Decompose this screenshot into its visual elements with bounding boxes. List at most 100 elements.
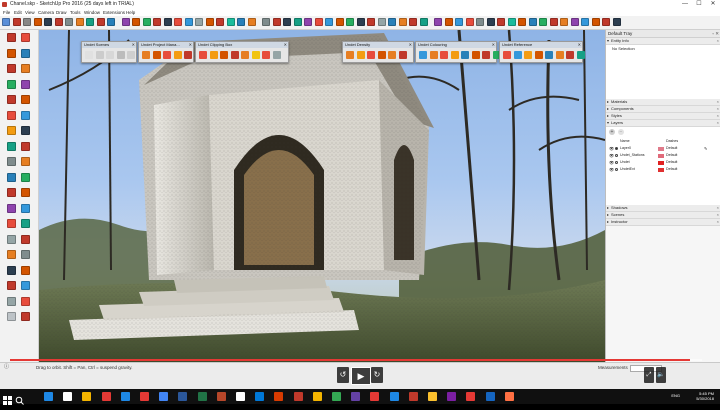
- play-button[interactable]: ▶: [351, 367, 371, 385]
- undet-tool-icon[interactable]: [576, 51, 585, 59]
- undet-tool-icon[interactable]: [471, 51, 480, 59]
- toolbar-tool-icon[interactable]: [419, 18, 428, 26]
- active-layer-radio[interactable]: [615, 161, 618, 164]
- toolbar-tool-icon[interactable]: [507, 18, 516, 26]
- toolbar-tool-icon[interactable]: [346, 18, 354, 26]
- palette-tool-icon[interactable]: [21, 95, 30, 104]
- info-icon[interactable]: ⓘ: [4, 363, 9, 372]
- undet-tool-icon[interactable]: [482, 51, 490, 59]
- toolbar-tool-icon[interactable]: [44, 18, 52, 26]
- undet-tool-icon[interactable]: [377, 51, 386, 59]
- palette-tool-icon[interactable]: [7, 265, 16, 275]
- taskbar-app-icon[interactable]: [159, 392, 169, 401]
- panel-scenes[interactable]: ▸ Scenes ×: [606, 212, 720, 219]
- eye-icon[interactable]: 👁: [609, 152, 614, 159]
- expand-arrow-icon[interactable]: ▸: [607, 106, 609, 112]
- taskbar-app-icon[interactable]: [120, 392, 130, 401]
- toolbar-tool-icon[interactable]: [304, 18, 312, 26]
- expand-arrow-icon[interactable]: ▸: [607, 219, 609, 225]
- palette-tool-icon[interactable]: [21, 157, 30, 166]
- undet-tool-icon[interactable]: [209, 51, 218, 59]
- eye-icon[interactable]: 👁: [609, 159, 614, 166]
- palette-tool-icon[interactable]: [21, 141, 30, 151]
- forward-button[interactable]: ↻: [371, 367, 383, 383]
- toolbar-tool-icon[interactable]: [497, 18, 505, 26]
- toolbar-tool-icon[interactable]: [293, 18, 302, 26]
- toolbar-tool-icon[interactable]: [195, 18, 203, 26]
- toolbar-tool-icon[interactable]: [612, 18, 621, 26]
- palette-tool-icon[interactable]: [21, 219, 30, 228]
- menu-tools[interactable]: Tools: [70, 9, 81, 16]
- undet-tool-icon[interactable]: [388, 51, 396, 59]
- active-layer-radio[interactable]: [615, 168, 618, 171]
- layer-dashes[interactable]: Default: [666, 152, 677, 159]
- palette-tool-icon[interactable]: [7, 79, 16, 89]
- panel-layers[interactable]: ▾ Layers ×: [606, 120, 720, 127]
- undet-tool-icon[interactable]: [419, 51, 427, 59]
- undet-tool-icon[interactable]: [173, 51, 182, 59]
- expand-arrow-icon[interactable]: ▸: [607, 212, 609, 218]
- toolbar-tool-icon[interactable]: [142, 18, 151, 26]
- undet-colouring-toolbar[interactable]: Undet Colouring ✕: [415, 41, 501, 63]
- toolbar-tool-icon[interactable]: [581, 18, 589, 26]
- volume-icon[interactable]: 🔈: [656, 367, 666, 383]
- toolbar-tool-icon[interactable]: [121, 18, 130, 26]
- undet-tool-icon[interactable]: [513, 51, 522, 59]
- taskbar-app-icon[interactable]: [370, 392, 380, 401]
- undet-tool-icon[interactable]: [106, 51, 114, 59]
- palette-tool-icon[interactable]: [21, 312, 30, 321]
- taskbar-app-icon[interactable]: [63, 392, 73, 401]
- panel-components[interactable]: ▸ Components ×: [606, 106, 720, 113]
- toolbar-tool-icon[interactable]: [86, 18, 94, 26]
- palette-tool-icon[interactable]: [21, 33, 30, 42]
- taskbar-app-icon[interactable]: [255, 392, 265, 401]
- toolbar-tool-icon[interactable]: [262, 18, 270, 26]
- undet-tool-icon[interactable]: [127, 51, 135, 59]
- toolbar-tool-icon[interactable]: [388, 18, 396, 26]
- palette-tool-icon[interactable]: [7, 234, 16, 244]
- toolbar-tool-icon[interactable]: [325, 18, 333, 26]
- undet-tool-icon[interactable]: [163, 51, 171, 59]
- palette-tool-icon[interactable]: [21, 48, 30, 58]
- undet-tool-icon[interactable]: [524, 51, 532, 59]
- palette-tool-icon[interactable]: [21, 203, 30, 213]
- toolbar-tool-icon[interactable]: [247, 18, 256, 26]
- taskbar-app-icon[interactable]: [389, 392, 399, 401]
- toolbar-tool-icon[interactable]: [75, 18, 84, 26]
- model-viewport[interactable]: Undet Scenes ✕ Undet Project Mana... ✕ U…: [39, 30, 605, 362]
- toolbar-tool-icon[interactable]: [367, 18, 375, 26]
- toolbar-tool-icon[interactable]: [570, 18, 579, 26]
- search-icon[interactable]: [15, 392, 24, 405]
- toolbar-tool-icon[interactable]: [96, 18, 105, 26]
- expand-arrow-icon[interactable]: ▸: [607, 99, 609, 105]
- undet-tool-icon[interactable]: [367, 51, 375, 59]
- collapse-arrow-icon[interactable]: ▾: [607, 120, 609, 126]
- toolbar-tool-icon[interactable]: [2, 18, 10, 26]
- undet-tool-icon[interactable]: [566, 51, 574, 59]
- menu-draw[interactable]: Draw: [56, 9, 67, 16]
- toolbar-tool-icon[interactable]: [398, 18, 407, 26]
- toolbar-tool-icon[interactable]: [184, 18, 193, 26]
- toolbar-tool-icon[interactable]: [486, 18, 495, 26]
- undet-tool-icon[interactable]: [199, 51, 207, 59]
- layer-dashes[interactable]: Default: [666, 166, 677, 173]
- palette-tool-icon[interactable]: [7, 48, 16, 58]
- palette-tool-icon[interactable]: [7, 203, 16, 213]
- palette-tool-icon[interactable]: [21, 110, 30, 120]
- undet-density-toolbar[interactable]: Undet Density ✕: [342, 41, 414, 63]
- windows-start-icon[interactable]: [3, 392, 12, 405]
- undet-tool-icon[interactable]: [555, 51, 564, 59]
- toolbar-tool-icon[interactable]: [528, 18, 537, 26]
- toolbar-tool-icon[interactable]: [476, 18, 484, 26]
- undet-tool-icon[interactable]: [184, 51, 192, 59]
- toolbar-tool-icon[interactable]: [132, 18, 140, 26]
- collapse-arrow-icon[interactable]: ▾: [607, 38, 609, 44]
- close-icon[interactable]: ×: [717, 99, 719, 105]
- palette-tool-icon[interactable]: [7, 64, 16, 73]
- tray-window-buttons[interactable]: ▫ ✕: [712, 30, 719, 37]
- toolbar-tool-icon[interactable]: [314, 18, 323, 26]
- toolbar-tool-icon[interactable]: [12, 18, 21, 26]
- taskbar-app-icon[interactable]: [466, 392, 476, 401]
- taskbar-app-icon[interactable]: [428, 392, 437, 401]
- undet-tool-icon[interactable]: [85, 51, 93, 59]
